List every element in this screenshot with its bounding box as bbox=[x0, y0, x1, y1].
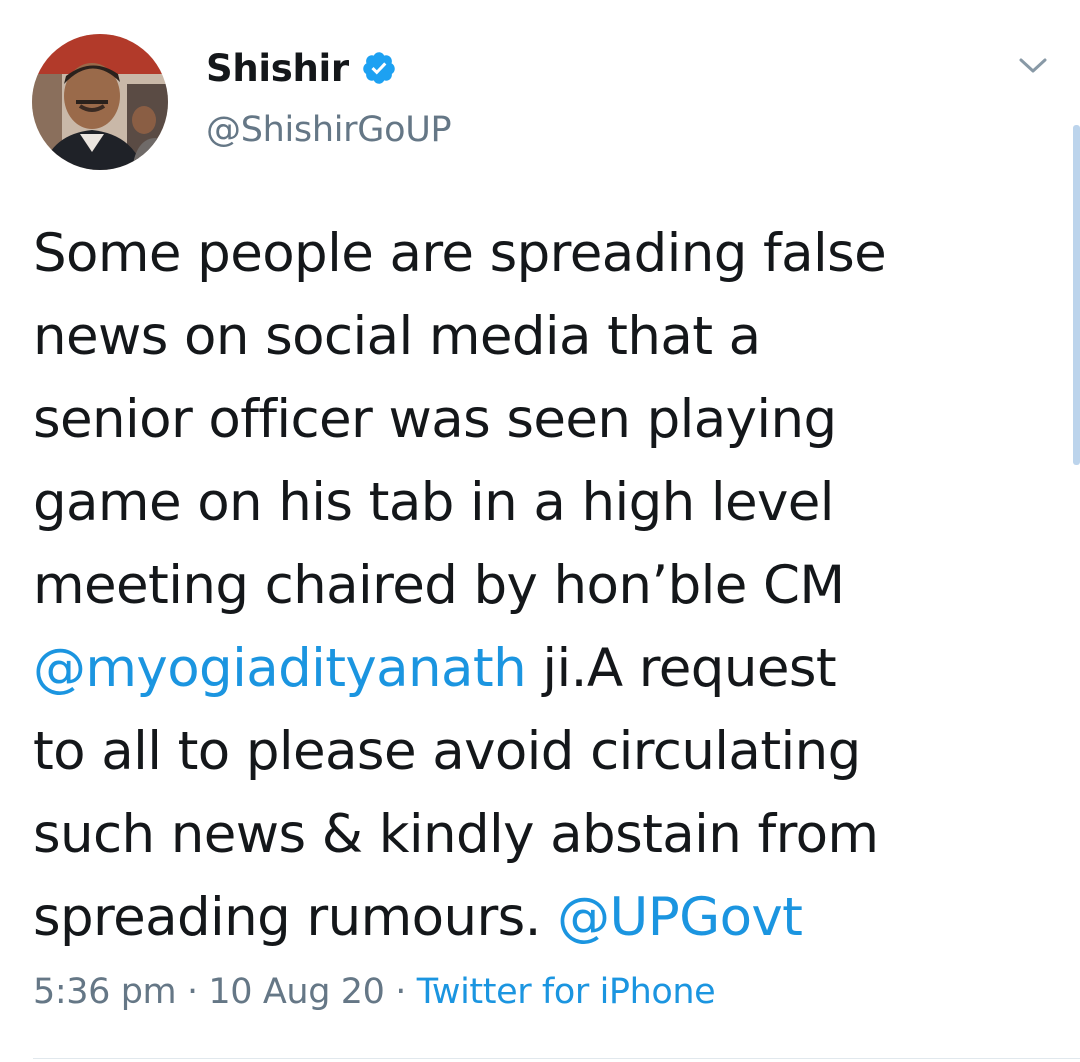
tweet-line: news on social media that a bbox=[33, 306, 761, 367]
tweet-text: Some people are spreading false news on … bbox=[33, 212, 1033, 959]
tweet-line: senior officer was seen playing bbox=[33, 389, 837, 450]
verified-badge-icon bbox=[363, 52, 395, 84]
display-name[interactable]: Shishir bbox=[206, 47, 349, 90]
divider bbox=[33, 1058, 1080, 1059]
tweet-line-text: ji.A request bbox=[526, 638, 837, 699]
tweet-time: 5:36 pm bbox=[33, 972, 177, 1012]
author-name-row[interactable]: Shishir bbox=[206, 42, 397, 94]
author-handle[interactable]: @ShishirGoUP bbox=[206, 110, 452, 150]
mention-link[interactable]: @UPGovt bbox=[557, 887, 803, 948]
meta-separator: · bbox=[384, 972, 417, 1012]
meta-separator: · bbox=[176, 972, 209, 1012]
scrollbar[interactable] bbox=[1073, 125, 1080, 465]
tweet-line-text: spreading rumours. bbox=[33, 887, 558, 948]
tweet-line: spreading rumours. @UPGovt bbox=[33, 876, 1033, 959]
tweet-date: 10 Aug 20 bbox=[208, 972, 385, 1012]
tweet-line: to all to please avoid circulating bbox=[33, 721, 861, 782]
avatar[interactable] bbox=[32, 34, 168, 170]
tweet-line: Some people are spreading false bbox=[33, 223, 887, 284]
tweet-line: @myogiadityanath ji.A request bbox=[33, 627, 1033, 710]
tweet-meta: 5:36 pm · 10 Aug 20 · Twitter for iPhone bbox=[33, 972, 716, 1012]
mention-link[interactable]: @myogiadityanath bbox=[33, 638, 527, 699]
tweet-source-link[interactable]: Twitter for iPhone bbox=[417, 972, 716, 1012]
tweet-line: game on his tab in a high level bbox=[33, 472, 835, 533]
profile-photo bbox=[32, 34, 168, 170]
tweet-line: meeting chaired by hon’ble CM bbox=[33, 555, 845, 616]
tweet-line: such news & kindly abstain from bbox=[33, 804, 879, 865]
chevron-down-icon[interactable] bbox=[1018, 54, 1048, 76]
